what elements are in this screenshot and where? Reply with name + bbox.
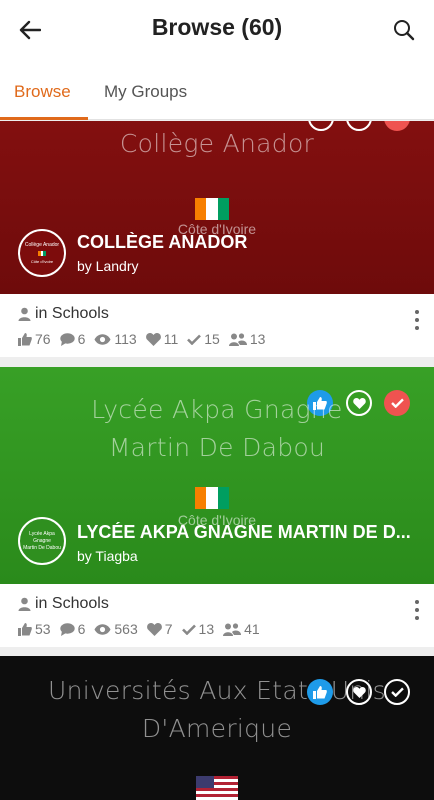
group-author[interactable]: by Landry: [77, 258, 138, 274]
heart-icon: [352, 686, 366, 698]
more-options-button[interactable]: [412, 600, 422, 620]
checkmark-icon: [390, 687, 404, 697]
checks-stat: 13: [181, 621, 215, 637]
group-author[interactable]: by Tiagba: [77, 548, 138, 564]
comment-icon: [59, 332, 75, 346]
checkmark-icon: [187, 334, 202, 345]
group-card[interactable]: Universités Aux Etats-Unis D'Amerique: [0, 656, 434, 800]
more-options-button[interactable]: [412, 310, 422, 330]
search-button[interactable]: [390, 16, 418, 44]
thumbs-up-icon: [313, 685, 327, 699]
views-stat: 563: [94, 621, 138, 637]
comments-count: 6: [77, 331, 86, 347]
checks-stat: 15: [187, 331, 220, 347]
heart-icon: [146, 622, 162, 636]
thumbs-up-icon: [18, 622, 32, 636]
members-count: 13: [249, 331, 266, 347]
checks-count: 15: [204, 331, 220, 347]
avatar-text-line-1: Lycée Akpa Gnagne: [29, 530, 55, 544]
thumbs-up-icon: [18, 332, 32, 346]
users-icon: [223, 622, 242, 636]
group-name[interactable]: LYCÉE AKPA GNAGNE MARTIN DE D...: [77, 522, 417, 543]
flag-icon: [195, 487, 229, 509]
group-stats: 53 6 563 7 13 41: [18, 621, 269, 637]
tab-my-groups[interactable]: My Groups: [104, 82, 187, 102]
group-banner: Universités Aux Etats-Unis D'Amerique: [0, 656, 434, 800]
app-bar: Browse (60): [0, 0, 434, 60]
group-info: in Schools 76 6 113 11 15 13: [0, 294, 434, 357]
checkmark-icon: [181, 624, 196, 635]
members-count: 41: [244, 621, 260, 637]
group-stats: 76 6 113 11 15 13: [18, 331, 274, 347]
likes-count: 76: [35, 331, 51, 347]
users-icon: [228, 332, 247, 346]
group-banner: Lycée Akpa Gnagne Martin De Dabou Côte d…: [0, 367, 434, 584]
favorite-button[interactable]: [346, 679, 372, 705]
page-title: Browse (60): [151, 14, 283, 40]
banner-title: Collège Anador: [119, 129, 315, 158]
tab-indicator: [0, 117, 88, 120]
likes-count: 53: [35, 621, 51, 637]
comments-count: 6: [77, 621, 86, 637]
person-icon: [18, 307, 31, 321]
views-stat: 113: [94, 331, 137, 347]
person-icon: [18, 597, 31, 611]
group-info: in Schools 53 6 563 7 13 41: [0, 584, 434, 647]
members-stat: 13: [228, 331, 266, 347]
join-button[interactable]: [384, 679, 410, 705]
favorites-stat: 11: [145, 331, 179, 347]
banner-title-line-2: D'Amerique: [141, 714, 293, 743]
favorites-count: 11: [163, 331, 179, 347]
search-icon: [394, 20, 415, 41]
category-label: in Schools: [35, 305, 109, 322]
views-count: 113: [114, 331, 137, 347]
group-name[interactable]: COLLÈGE ANADOR: [77, 232, 417, 253]
avatar-text: Collège Anador: [24, 241, 60, 248]
avatar-flag-icon: [38, 250, 47, 256]
views-count: 563: [114, 621, 138, 637]
checks-count: 13: [198, 621, 215, 637]
group-card[interactable]: Collège Anador Côte d'Ivoire Collège Ana…: [0, 121, 434, 357]
like-icon[interactable]: [307, 679, 333, 705]
group-banner: Collège Anador Côte d'Ivoire Collège Ana…: [0, 121, 434, 294]
group-category[interactable]: in Schools: [18, 595, 109, 613]
comments-stat: 6: [59, 331, 86, 347]
flag-icon: [195, 198, 229, 220]
group-card[interactable]: Lycée Akpa Gnagne Martin De Dabou Côte d…: [0, 367, 434, 647]
group-category[interactable]: in Schools: [18, 305, 109, 323]
favorites-stat: 7: [146, 621, 173, 637]
heart-icon: [145, 332, 161, 346]
members-stat: 41: [223, 621, 260, 637]
favorites-count: 7: [164, 621, 173, 637]
comments-stat: 6: [59, 621, 86, 637]
category-label: in Schools: [35, 595, 109, 612]
likes-stat: 76: [18, 331, 51, 347]
tab-browse[interactable]: Browse: [14, 82, 71, 102]
tab-bar: Browse My Groups: [0, 60, 434, 120]
eye-icon: [94, 333, 111, 345]
likes-stat: 53: [18, 621, 51, 637]
us-flag-icon: [196, 776, 238, 800]
group-avatar: Lycée Akpa Gnagne Martin De Dabou: [18, 517, 66, 565]
eye-icon: [94, 623, 111, 635]
group-avatar: Collège Anador Côte d'Ivoire: [18, 229, 66, 277]
banner-title-line-1: Lycée Akpa Gnagne: [91, 395, 343, 424]
group-feed[interactable]: Collège Anador Côte d'Ivoire Collège Ana…: [0, 121, 434, 800]
avatar-country: Côte d'Ivoire: [30, 258, 54, 264]
comment-icon: [59, 622, 75, 636]
avatar-text-line-2: Martin De Dabou: [23, 544, 61, 551]
banner-title-line-2: Martin De Dabou: [108, 433, 326, 462]
